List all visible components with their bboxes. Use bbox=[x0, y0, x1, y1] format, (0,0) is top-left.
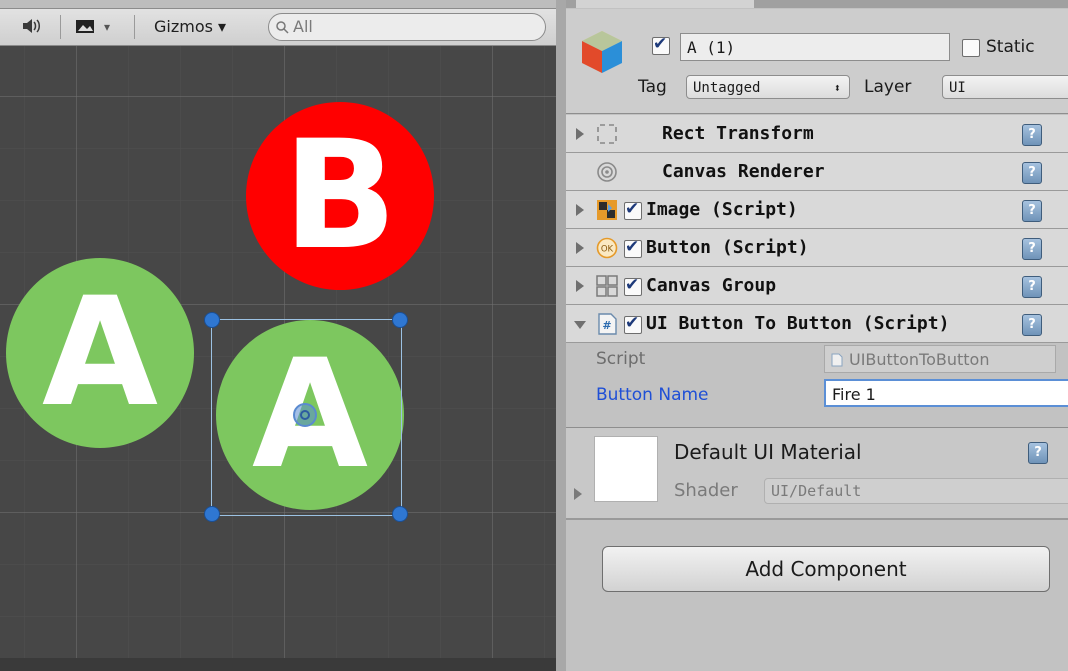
resize-handle-bottom-left[interactable] bbox=[204, 506, 220, 522]
help-icon[interactable]: ? bbox=[1022, 314, 1042, 336]
help-icon[interactable]: ? bbox=[1028, 442, 1048, 464]
dropdown-arrows-icon: ⬍ bbox=[833, 81, 841, 95]
component-title: Rect Transform bbox=[662, 123, 814, 144]
material-fold-arrow-icon[interactable] bbox=[574, 488, 582, 500]
fold-arrow-open-icon[interactable] bbox=[574, 321, 586, 329]
speaker-icon[interactable] bbox=[20, 16, 42, 38]
search-placeholder: All bbox=[293, 17, 313, 36]
help-icon[interactable]: ? bbox=[1022, 238, 1042, 260]
tab-inspector[interactable] bbox=[576, 0, 754, 8]
csharp-script-icon: # bbox=[598, 313, 617, 335]
layer-dropdown[interactable]: UI bbox=[942, 75, 1068, 99]
help-icon[interactable]: ? bbox=[1022, 162, 1042, 184]
button-name-input[interactable]: Fire 1 bbox=[824, 379, 1068, 407]
static-label: Static bbox=[986, 37, 1035, 57]
svg-text:#: # bbox=[602, 319, 611, 332]
script-reference-field[interactable]: UIButtonToButton bbox=[824, 345, 1056, 373]
inspector-tab-strip bbox=[566, 0, 1068, 8]
inspector-header: A (1) Static Tag Untagged ⬍ Layer UI bbox=[566, 9, 1068, 114]
material-preview[interactable] bbox=[594, 436, 658, 502]
resize-handle-top-left[interactable] bbox=[204, 312, 220, 328]
help-icon[interactable]: ? bbox=[1022, 276, 1042, 298]
button-name-label: Button Name bbox=[596, 385, 709, 405]
help-icon[interactable]: ? bbox=[1022, 124, 1042, 146]
gameobject-cube-icon bbox=[582, 31, 622, 73]
material-section: Default UI Material ? Shader UI/Default bbox=[566, 428, 1068, 520]
script-fields: Script UIButtonToButton Button Name Fire… bbox=[566, 343, 1068, 428]
tag-value: Untagged bbox=[693, 80, 761, 96]
script-value: UIButtonToButton bbox=[849, 350, 990, 369]
component-title: Canvas Renderer bbox=[662, 161, 825, 182]
object-name-field[interactable]: A (1) bbox=[680, 33, 950, 61]
active-checkbox[interactable] bbox=[652, 34, 670, 55]
fold-arrow-icon[interactable] bbox=[576, 242, 584, 254]
component-canvas-group[interactable]: Canvas Group ? bbox=[566, 267, 1068, 305]
component-enabled-checkbox[interactable] bbox=[624, 237, 642, 258]
shader-label: Shader bbox=[674, 480, 738, 501]
material-name: Default UI Material bbox=[674, 440, 862, 464]
scene-search-input[interactable]: All bbox=[268, 13, 546, 41]
component-title: Button (Script) bbox=[646, 237, 809, 258]
search-icon bbox=[276, 21, 289, 34]
component-enabled-checkbox[interactable] bbox=[624, 199, 642, 220]
component-title: Canvas Group bbox=[646, 275, 777, 296]
inspector-panel: A (1) Static Tag Untagged ⬍ Layer UI Rec… bbox=[566, 0, 1068, 671]
component-image-script[interactable]: Image (Script) ? bbox=[566, 191, 1068, 229]
fold-arrow-icon[interactable] bbox=[576, 128, 584, 140]
add-component-button[interactable]: Add Component bbox=[602, 546, 1050, 592]
canvas-renderer-icon bbox=[597, 162, 617, 182]
circle-b[interactable]: B bbox=[246, 102, 434, 290]
toolbar-separator bbox=[60, 15, 61, 39]
image-icon[interactable] bbox=[74, 16, 96, 38]
gizmos-dropdown[interactable]: Gizmos ▾ bbox=[154, 16, 226, 38]
help-icon[interactable]: ? bbox=[1022, 200, 1042, 222]
canvas-group-icon bbox=[596, 275, 618, 297]
circle-b-letter: B bbox=[282, 109, 398, 283]
script-label: Script bbox=[596, 349, 646, 369]
component-button-script[interactable]: OK Button (Script) ? bbox=[566, 229, 1068, 267]
component-enabled-checkbox[interactable] bbox=[624, 275, 642, 296]
fold-arrow-icon[interactable] bbox=[576, 280, 584, 292]
rect-transform-icon bbox=[597, 124, 617, 144]
svg-text:OK: OK bbox=[601, 245, 614, 255]
script-file-icon bbox=[831, 353, 843, 367]
shader-dropdown[interactable]: UI/Default bbox=[764, 478, 1068, 504]
tag-label: Tag bbox=[638, 77, 667, 97]
component-ui-button-to-button[interactable]: # UI Button To Button (Script) ? bbox=[566, 305, 1068, 343]
toolbar-separator bbox=[134, 15, 135, 39]
resize-handle-bottom-right[interactable] bbox=[392, 506, 408, 522]
static-checkbox[interactable] bbox=[962, 39, 980, 57]
component-enabled-checkbox[interactable] bbox=[624, 313, 642, 334]
scene-tab-strip bbox=[0, 0, 560, 9]
scene-view[interactable]: ▾ Gizmos ▾ All B A A bbox=[0, 0, 560, 671]
resize-handle-top-right[interactable] bbox=[392, 312, 408, 328]
component-title: Image (Script) bbox=[646, 199, 798, 220]
pivot-icon[interactable] bbox=[290, 400, 320, 430]
fold-arrow-icon[interactable] bbox=[576, 204, 584, 216]
scene-bottom-bar bbox=[0, 658, 560, 671]
circle-a-left[interactable]: A bbox=[6, 258, 194, 448]
tag-dropdown[interactable]: Untagged ⬍ bbox=[686, 75, 850, 99]
circle-a-left-letter: A bbox=[41, 266, 159, 440]
scene-toolbar: ▾ Gizmos ▾ All bbox=[0, 9, 558, 46]
layer-label: Layer bbox=[864, 77, 912, 97]
layer-value: UI bbox=[949, 80, 966, 96]
component-title: UI Button To Button (Script) bbox=[646, 313, 950, 334]
button-component-icon: OK bbox=[596, 237, 618, 259]
component-canvas-renderer[interactable]: Canvas Renderer ? bbox=[566, 153, 1068, 191]
component-rect-transform[interactable]: Rect Transform ? bbox=[566, 115, 1068, 153]
image-dropdown-arrow-icon[interactable]: ▾ bbox=[104, 16, 110, 38]
image-component-icon bbox=[597, 200, 617, 220]
